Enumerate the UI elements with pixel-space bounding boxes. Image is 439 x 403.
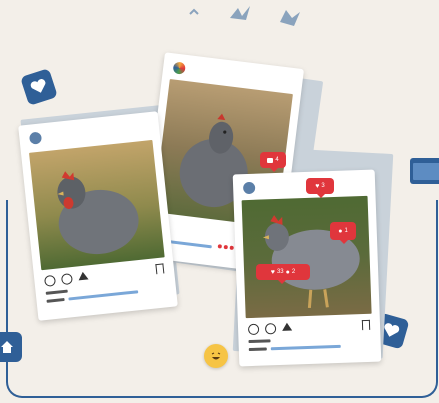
home-icon (0, 332, 22, 362)
heart-icon[interactable] (43, 274, 57, 287)
avatar (28, 131, 43, 145)
likes-line (45, 289, 68, 295)
caption-line (270, 344, 341, 351)
person-icon: ● (285, 268, 290, 276)
follower-notification: ● 1 (330, 222, 356, 244)
bookmark-icon[interactable] (155, 263, 165, 275)
heart-badge-icon (20, 68, 58, 106)
laughing-emoji-icon (204, 344, 228, 368)
comment-notification: 4 (260, 152, 286, 172)
share-icon[interactable] (281, 322, 293, 331)
browser-window-icon (410, 158, 439, 184)
caption-line (68, 290, 139, 301)
story-dots (217, 244, 234, 251)
chicken-photo (241, 195, 372, 319)
share-icon[interactable] (77, 271, 89, 281)
heart-icon[interactable] (247, 323, 260, 336)
post-left[interactable] (18, 111, 178, 321)
comment-icon[interactable] (264, 323, 277, 335)
caption-username-line (46, 297, 65, 303)
avatar (172, 61, 186, 75)
caption-username-line (248, 347, 267, 352)
post-actions (43, 271, 89, 287)
flying-birds-illustration (189, 6, 300, 26)
chicken-photo (29, 139, 165, 271)
post-actions (247, 322, 293, 336)
heart-icon: ♥ (315, 182, 320, 190)
comment-icon (267, 157, 274, 163)
avatar (242, 181, 256, 195)
like-notification: ♥ 3 (306, 178, 334, 198)
activity-notification: ♥ 33 ● 2 (256, 264, 310, 284)
heart-icon: ♥ (270, 268, 275, 276)
bookmark-icon[interactable] (361, 319, 371, 331)
likes-line (248, 339, 271, 344)
person-icon: ● (338, 227, 343, 235)
comment-icon[interactable] (60, 273, 73, 286)
